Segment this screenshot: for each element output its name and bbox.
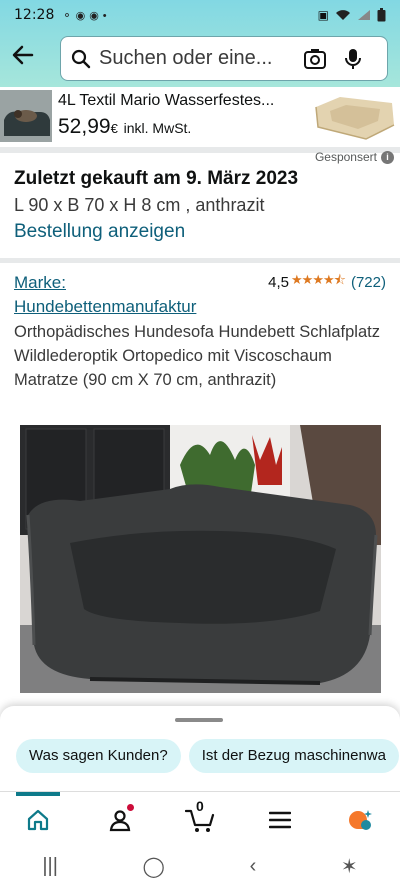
cart-count: 0 [196, 798, 204, 814]
ad-thumbnail[interactable] [0, 90, 52, 142]
search-input[interactable]: Suchen oder eine... [99, 47, 297, 70]
status-bar: 12:28 ⚬◉◉• ▣ [0, 0, 400, 30]
chip-washable-cover[interactable]: Ist der Bezug maschinenwa [188, 739, 399, 773]
section-divider [0, 258, 400, 263]
last-purchase-variant: L 90 x B 70 x H 8 cm , anthrazit [14, 195, 265, 215]
sponsored-text: Gesponsert [314, 150, 377, 164]
account-icon [109, 810, 131, 832]
search-bar[interactable]: Suchen oder eine... [60, 36, 388, 81]
brand-name[interactable]: Hundebettenmanufaktur [14, 295, 196, 319]
status-time: 12:28 [14, 7, 55, 23]
notification-icons: ⚬◉◉• [62, 9, 110, 22]
brand-link[interactable]: Marke: Hundebettenmanufaktur [14, 271, 196, 319]
sponsored-label[interactable]: Gesponsert i [315, 150, 394, 164]
messenger-icon: ⚬ [62, 9, 76, 22]
rufus-icon [349, 810, 372, 830]
bottom-nav: 0 [0, 791, 400, 843]
star-rating-icon: ★★★★⯪ [291, 272, 346, 287]
nav-account[interactable] [100, 800, 140, 840]
menu-icon [269, 811, 291, 829]
ad-price-currency: € [110, 121, 118, 136]
nav-cart[interactable]: 0 [180, 798, 220, 840]
app-header: 12:28 ⚬◉◉• ▣ Suchen oder eine... [0, 0, 400, 87]
back-button[interactable] [10, 42, 40, 72]
system-back-icon[interactable]: ‹ [250, 855, 257, 878]
rating-summary[interactable]: 4,5 ★★★★⯪ (722) [268, 271, 386, 293]
last-purchase-heading: Zuletzt gekauft am 9. März 2023 [14, 168, 299, 189]
whatsapp-icon: ◉ [89, 9, 103, 22]
notification-badge [127, 804, 134, 811]
question-chips: Was sagen Kunden? Ist der Bezug maschine… [16, 739, 399, 773]
home-icon [27, 809, 49, 831]
nav-home[interactable] [18, 800, 58, 840]
chip-customer-reviews[interactable]: Was sagen Kunden? [16, 739, 181, 773]
rating-value: 4,5 [268, 273, 290, 291]
bottom-sheet: Was sagen Kunden? Ist der Bezug maschine… [0, 706, 400, 798]
sponsored-ad[interactable]: 4L Textil Mario Wasserfestes... 52,99€ i… [0, 87, 400, 145]
battery-saver-icon: ▣ [317, 8, 329, 22]
accessibility-icon[interactable]: ✶ [341, 854, 358, 879]
product-image[interactable] [20, 425, 381, 693]
ad-title[interactable]: 4L Textil Mario Wasserfestes... [58, 92, 308, 110]
last-purchase-section: Zuletzt gekauft am 9. März 2023 L 90 x B… [14, 168, 386, 243]
battery-icon [377, 8, 386, 22]
nav-rufus[interactable] [340, 800, 380, 840]
search-icon [71, 49, 91, 69]
active-tab-indicator [16, 792, 60, 796]
review-count[interactable]: (722) [351, 274, 386, 291]
system-nav-bar: ||| ◯ ‹ ✶ [0, 843, 400, 889]
signal-icon [358, 10, 370, 20]
dot-icon: • [102, 9, 111, 22]
product-title: Orthopädisches Hundesofa Hundebett Schla… [14, 323, 380, 389]
nav-menu[interactable] [260, 800, 300, 840]
ad-price: 52,99€ inkl. MwSt. [58, 115, 191, 139]
info-icon[interactable]: i [381, 150, 394, 164]
brand-label[interactable]: Marke: [14, 271, 196, 295]
status-right-icons: ▣ [318, 8, 386, 22]
camera-scan-icon[interactable] [303, 48, 327, 70]
view-order-link[interactable]: Bestellung anzeigen [14, 221, 386, 243]
ad-vat-note: inkl. MwSt. [123, 120, 192, 136]
microphone-icon[interactable] [345, 48, 361, 70]
whatsapp-icon: ◉ [75, 9, 90, 22]
drag-handle[interactable] [175, 718, 223, 722]
ad-price-value: 52,99 [58, 115, 111, 138]
recents-icon[interactable]: ||| [42, 855, 58, 878]
home-circle-icon[interactable]: ◯ [143, 854, 165, 879]
arrow-left-icon [12, 45, 34, 65]
wifi-icon [336, 10, 350, 20]
ad-product-image[interactable] [310, 89, 400, 143]
